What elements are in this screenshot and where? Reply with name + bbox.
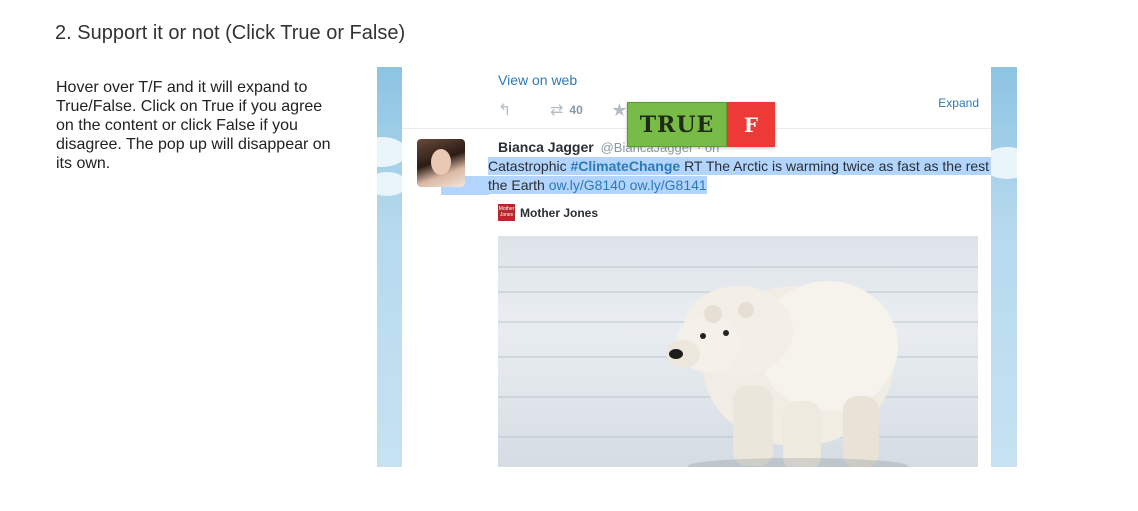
tweet-text-prefix: Catastrophic xyxy=(488,158,571,174)
polar-bear-image xyxy=(666,281,908,467)
expand-link[interactable]: Expand xyxy=(938,96,979,110)
avatar[interactable] xyxy=(417,139,465,187)
star-icon[interactable]: ★ xyxy=(611,100,627,121)
tweet-link-2[interactable]: ow.ly/G8141 xyxy=(630,177,707,193)
true-false-popup: TRUE F xyxy=(627,102,775,147)
false-button[interactable]: F xyxy=(727,102,775,147)
hashtag-link[interactable]: #ClimateChange xyxy=(570,158,680,174)
instructions-text: Hover over T/F and it will expand to Tru… xyxy=(56,79,331,172)
source-row: Mother Jones Mother Jones xyxy=(498,204,598,221)
reply-icon[interactable]: ↰ xyxy=(498,100,550,120)
retweet-icon[interactable]: ⇄ xyxy=(550,100,563,120)
true-button[interactable]: TRUE xyxy=(627,102,727,147)
retweet-count: 40 xyxy=(569,103,583,117)
view-on-web-link[interactable]: View on web xyxy=(498,72,577,88)
tweet-photo[interactable] xyxy=(498,236,978,467)
tweet-actions: ↰ ⇄ 40 ★ xyxy=(498,100,628,121)
source-name[interactable]: Mother Jones xyxy=(520,206,598,220)
tweet-link-1[interactable]: ow.ly/G8140 xyxy=(549,177,626,193)
author-name[interactable]: Bianca Jagger xyxy=(498,139,594,155)
tweet-text: Catastrophic #ClimateChange RT The Arcti… xyxy=(488,157,991,195)
question-title: 2. Support it or not (Click True or Fals… xyxy=(55,22,406,44)
mother-jones-logo-icon: Mother Jones xyxy=(498,204,515,221)
